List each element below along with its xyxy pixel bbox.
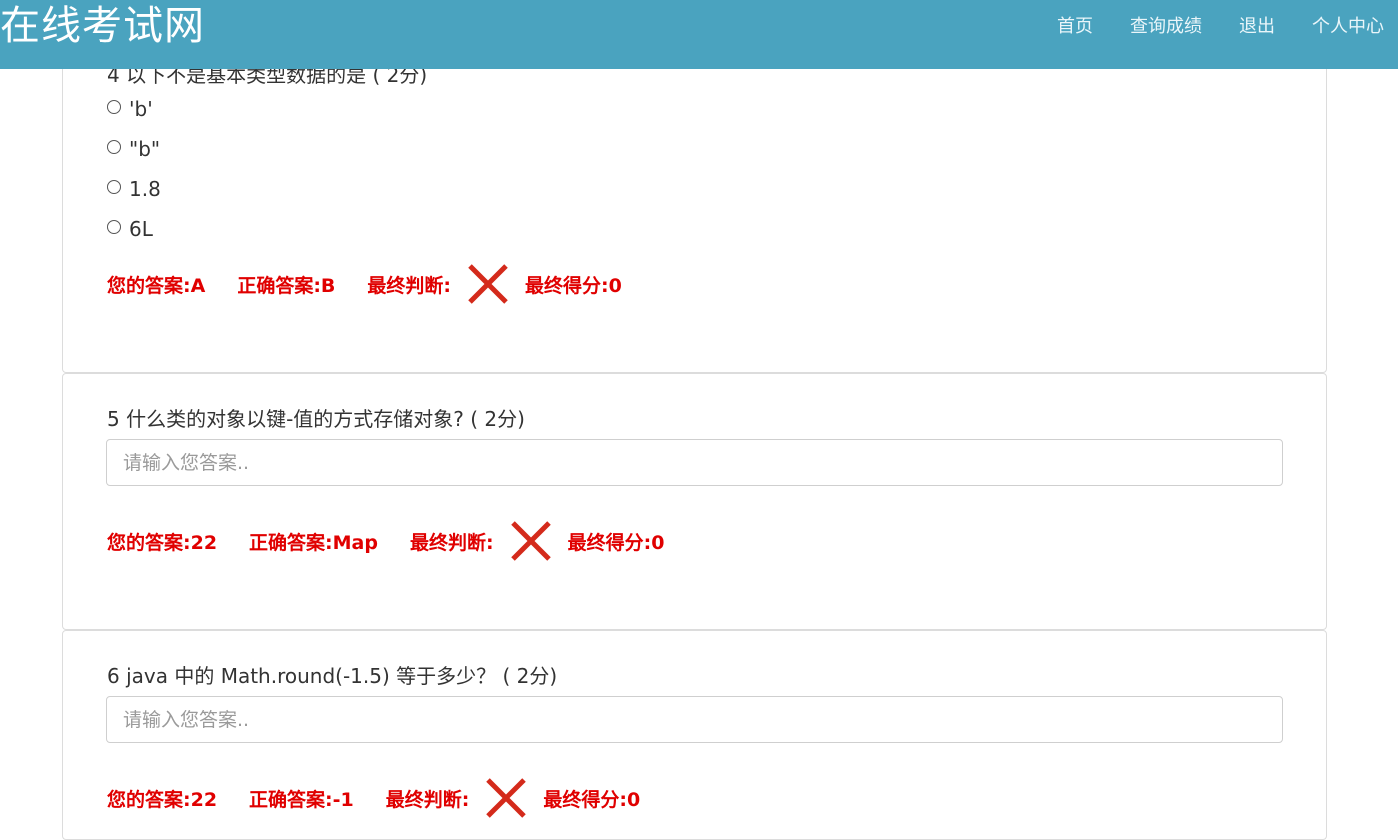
option-a[interactable]: 'b' <box>107 97 153 121</box>
correct-answer: 正确答案:B <box>237 274 336 297</box>
your-answer: 您的答案:22 <box>107 531 218 554</box>
option-label: 'b' <box>129 97 153 121</box>
nav-logout[interactable]: 退出 <box>1239 12 1275 38</box>
navbar: 在线考试网 首页 查询成绩 退出 个人中心 <box>0 0 1398 69</box>
question-card: 5 什么类的对象以键-值的方式存储对象? ( 2分) 您的答案:22 正确答案:… <box>62 373 1327 630</box>
result-row: 您的答案:A 正确答案:B 最终判断: 最终得分:0 <box>107 261 622 307</box>
cross-icon <box>468 264 508 304</box>
nav-query-scores[interactable]: 查询成绩 <box>1130 12 1202 38</box>
cross-icon <box>510 521 551 561</box>
result-row: 您的答案:22 正确答案:-1 最终判断: 最终得分:0 <box>107 775 640 821</box>
answer-input[interactable] <box>106 696 1283 743</box>
option-label: 1.8 <box>129 177 161 201</box>
radio-unchecked-icon[interactable] <box>107 180 121 194</box>
question-card: 4 以下不是基本类型数据的是 ( 2分) 'b' "b" 1.8 6L 您的答案… <box>62 20 1327 373</box>
correct-answer: 正确答案:-1 <box>249 788 354 811</box>
final-score: 最终得分:0 <box>543 788 641 811</box>
option-c[interactable]: 1.8 <box>107 177 161 201</box>
option-b[interactable]: "b" <box>107 137 160 161</box>
radio-unchecked-icon[interactable] <box>107 100 121 114</box>
radio-unchecked-icon[interactable] <box>107 140 121 154</box>
question-card: 6 java 中的 Math.round(-1.5) 等于多少？ ( 2分) 您… <box>62 630 1327 840</box>
option-label: "b" <box>129 137 161 161</box>
nav-profile[interactable]: 个人中心 <box>1312 12 1384 38</box>
your-answer: 您的答案:22 <box>107 788 218 811</box>
correct-answer: 正确答案:Map <box>249 531 378 554</box>
radio-unchecked-icon[interactable] <box>107 220 121 234</box>
option-label: 6L <box>129 217 153 241</box>
final-score: 最终得分:0 <box>567 531 665 554</box>
judgement-label: 最终判断: <box>385 788 470 811</box>
option-d[interactable]: 6L <box>107 217 153 241</box>
judgement-label: 最终判断: <box>409 531 494 554</box>
result-row: 您的答案:22 正确答案:Map 最终判断: 最终得分:0 <box>107 518 664 564</box>
judgement-label: 最终判断: <box>367 274 452 297</box>
your-answer: 您的答案:A <box>107 274 206 297</box>
question-title: 6 java 中的 Math.round(-1.5) 等于多少？ ( 2分) <box>107 664 558 688</box>
question-title: 5 什么类的对象以键-值的方式存储对象? ( 2分) <box>107 407 525 431</box>
nav-home[interactable]: 首页 <box>1057 12 1093 38</box>
final-score: 最终得分:0 <box>525 274 622 297</box>
cross-icon <box>486 778 527 818</box>
answer-input[interactable] <box>106 439 1283 486</box>
site-brand[interactable]: 在线考试网 <box>0 2 205 50</box>
nav-links: 首页 查询成绩 退出 个人中心 <box>1020 0 1398 50</box>
